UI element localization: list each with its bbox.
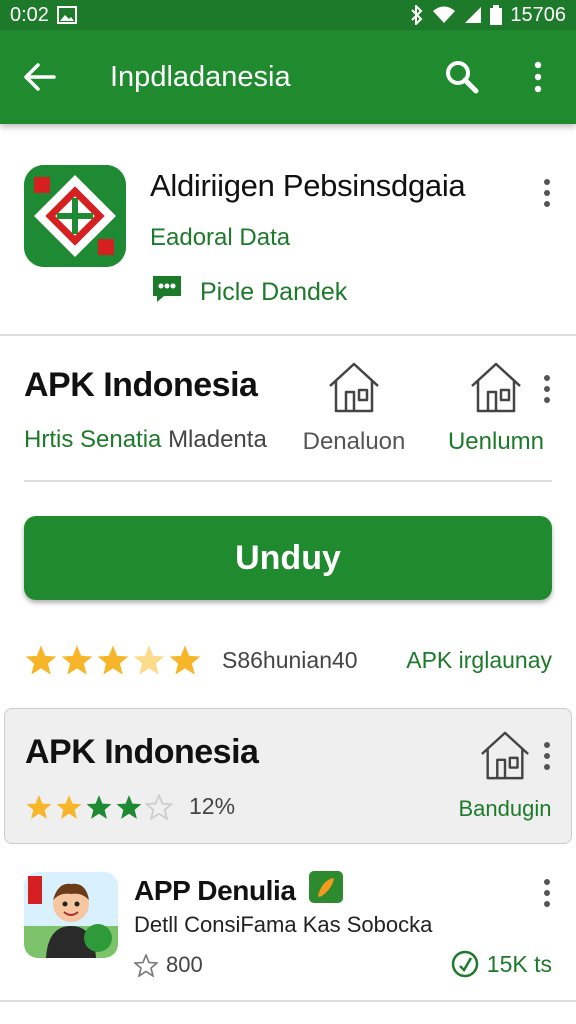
list-item-downloads: 15K ts (451, 950, 552, 978)
app-tag-label: Picle Dandek (200, 278, 348, 306)
star-icon (26, 794, 52, 819)
apk-card-percent: 12% (189, 793, 236, 819)
search-icon[interactable] (424, 30, 500, 124)
list-item[interactable]: APP Denulia Detll ConsiFama Kas Sobocka … (0, 862, 576, 1002)
apk-section-subtitle: Hrtis Senatia Mladenta (24, 426, 267, 454)
apk-section-title: APK Indonesia (24, 366, 258, 404)
star-icon (97, 645, 129, 675)
rating-stars (24, 644, 202, 676)
star-empty-icon (145, 793, 173, 820)
chat-icon (150, 274, 184, 311)
app-bar: Inpdladanesia (0, 30, 576, 124)
info-column-2-label: Uenlumn (447, 428, 545, 455)
signal-icon (464, 6, 482, 24)
apk-card-side-label: Bandugin (458, 796, 552, 821)
star-icon (169, 645, 201, 675)
download-check-icon (451, 950, 479, 978)
star-icon (116, 794, 142, 819)
wifi-icon (432, 6, 456, 24)
star-half-icon (133, 645, 165, 675)
app-name: Aldiriigen Pebsinsdgaia (150, 168, 466, 203)
info-column-1-label: Denaluon (302, 428, 406, 455)
rating-link[interactable]: APK irglaunay (406, 647, 552, 674)
install-button[interactable]: Unduy (24, 516, 552, 600)
apk-card[interactable]: APK Indonesia 12% Bandugin (4, 708, 572, 844)
app-tag[interactable]: Picle Dandek (150, 274, 347, 311)
header-more-icon[interactable] (535, 176, 559, 210)
list-item-name: APP Denulia (134, 874, 296, 906)
apk-subtitle-gray: Mladenta (168, 426, 267, 453)
star-icon (25, 645, 57, 675)
app-logo-icon[interactable] (24, 165, 126, 267)
badge-icon (308, 870, 344, 911)
developer-name[interactable]: Eadoral Data (150, 224, 290, 252)
apk-more-icon[interactable] (535, 372, 559, 406)
image-notification-icon (56, 6, 77, 24)
apk-subtitle-green: Hrtis Senatia (24, 426, 162, 453)
list-item-description: Detll ConsiFama Kas Sobocka (134, 912, 433, 937)
bluetooth-icon (410, 5, 424, 25)
app-header-card: Aldiriigen Pebsinsdgaia Eadoral Data Pic… (0, 140, 576, 336)
more-vertical-icon[interactable] (500, 30, 576, 124)
star-icon (86, 794, 112, 819)
star-outline-icon (134, 953, 158, 977)
back-arrow-icon[interactable] (0, 30, 80, 124)
list-item-more-icon[interactable] (535, 876, 559, 910)
status-bar: 0:02 15706 (0, 0, 576, 30)
apk-info-section: APK Indonesia Hrtis Senatia Mladenta Den… (24, 352, 552, 482)
status-right-text: 15706 (510, 3, 566, 26)
house-icon (478, 731, 532, 785)
battery-icon (490, 5, 503, 25)
app-bar-title: Inpdladanesia (110, 60, 291, 93)
status-time: 0:02 (10, 3, 49, 26)
list-item-downloads-value: 15K ts (486, 950, 552, 977)
info-column-1[interactable]: Denaluon (294, 360, 414, 456)
star-icon (61, 645, 93, 675)
list-item-title: APP Denulia (134, 870, 344, 911)
list-item-price: 800 (134, 952, 203, 978)
house-icon (294, 360, 414, 414)
apk-card-rating: 12% (25, 793, 235, 820)
star-icon (56, 794, 82, 819)
app-avatar-icon (24, 872, 118, 958)
apk-card-title: APK Indonesia (25, 733, 259, 771)
list-item-price-value: 800 (166, 952, 203, 977)
rating-count: S86hunian40 (222, 646, 358, 673)
apk-card-more-icon[interactable] (535, 739, 559, 773)
rating-row: S86hunian40 APK irglaunay (24, 640, 552, 680)
